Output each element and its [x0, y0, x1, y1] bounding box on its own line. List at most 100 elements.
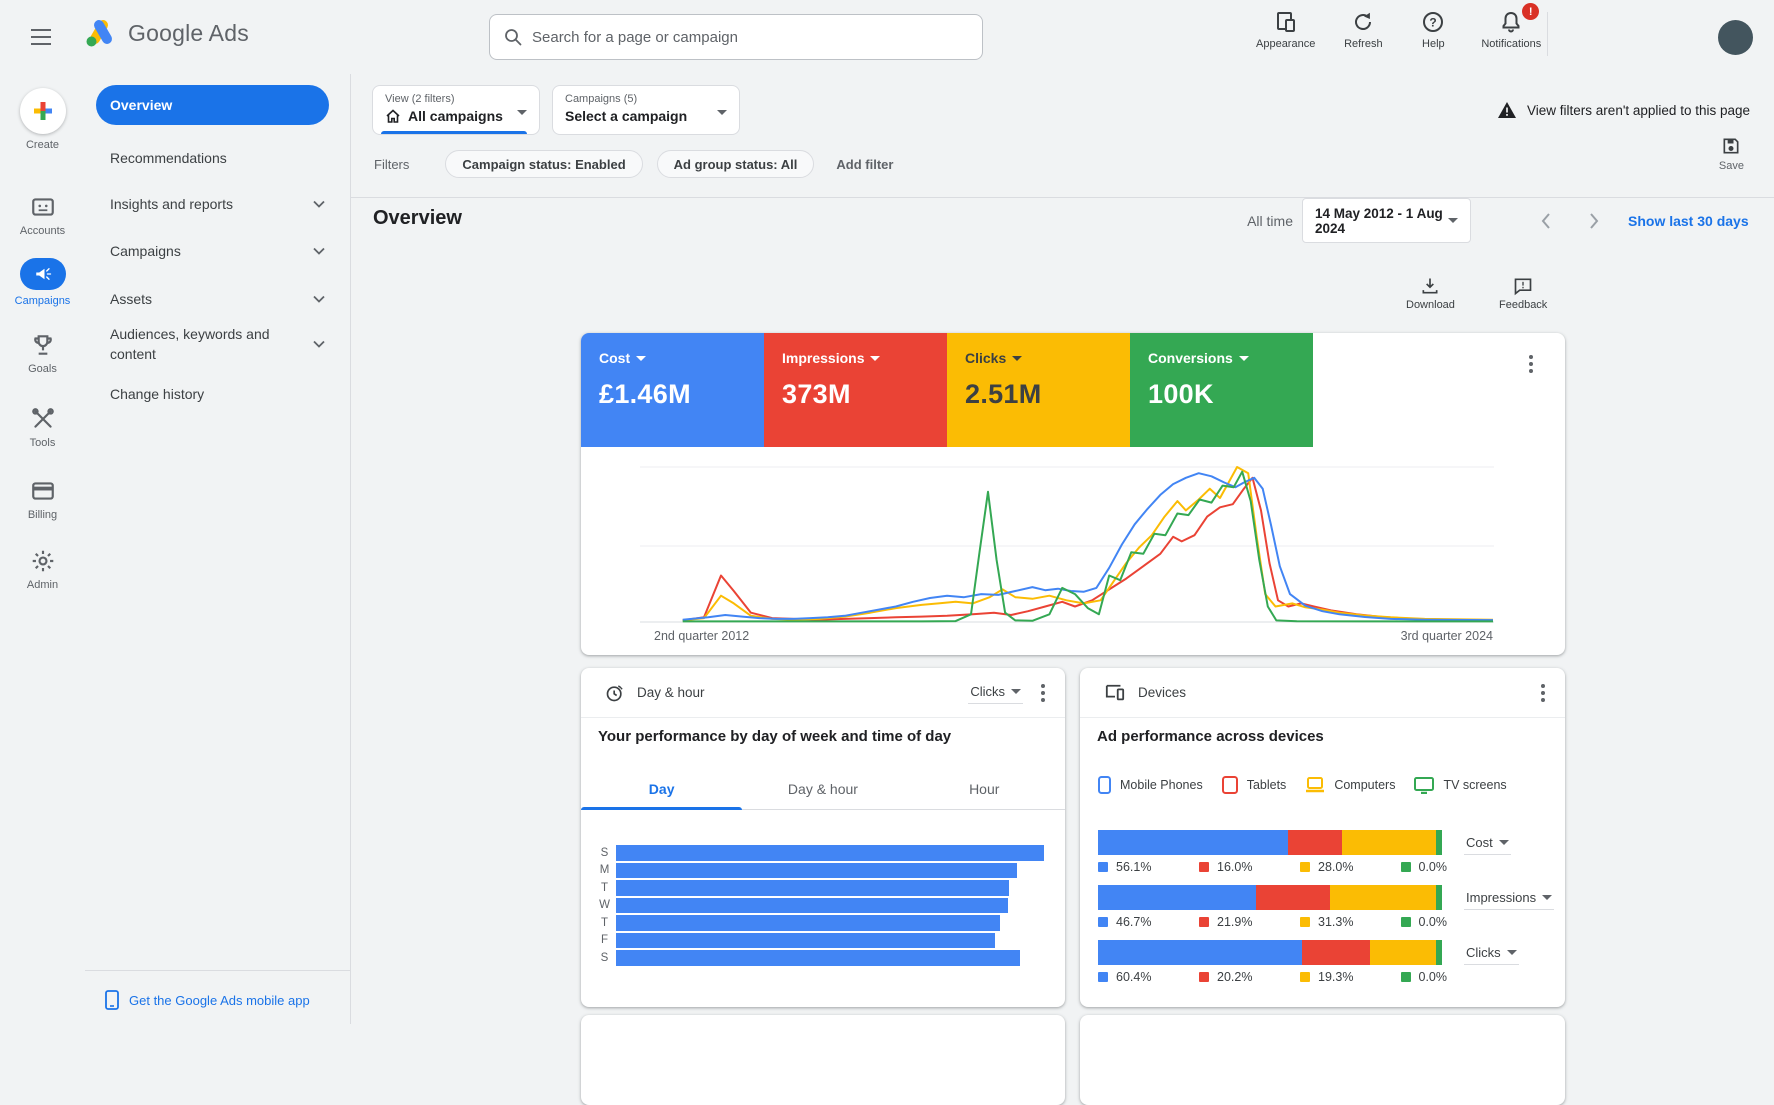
segment-percentages: 56.1%16.0%28.0%0.0%: [1098, 860, 1447, 874]
chevron-down-icon: [1448, 218, 1458, 223]
phone-icon: [105, 990, 119, 1010]
series-clicks: [683, 473, 1493, 620]
devices-metric-select-impressions[interactable]: Impressions: [1464, 888, 1554, 910]
notifications-button[interactable]: ! Notifications: [1481, 10, 1541, 50]
percentage-item: 0.0%: [1401, 915, 1447, 929]
legend-mobile-phones: Mobile Phones: [1098, 776, 1203, 794]
overview-scorecard-card: Cost £1.46M Impressions 373M Clicks 2.51…: [581, 333, 1565, 655]
metric-tab-clicks[interactable]: Clicks 2.51M: [947, 333, 1130, 447]
topbar-divider: [1547, 12, 1548, 56]
notifications-badge: !: [1522, 3, 1539, 20]
clock-icon: [605, 683, 625, 703]
view-filters-warning: View filters aren't applied to this page: [1497, 101, 1750, 119]
goals-trophy-icon: [30, 332, 56, 358]
appearance-button[interactable]: Appearance: [1256, 10, 1315, 50]
campaign-selector[interactable]: Campaigns (5) Select a campaign: [552, 85, 740, 135]
x-axis-end-label: 3rd quarter 2024: [1401, 629, 1493, 643]
day-label: M: [598, 864, 611, 876]
admin-gear-icon: [30, 548, 56, 574]
legend-computers: Computers: [1305, 777, 1395, 793]
scorecard-more-menu[interactable]: [1525, 351, 1537, 377]
search-input[interactable]: Search for a page or campaign: [489, 14, 983, 60]
metric-tab-impressions[interactable]: Impressions 373M: [764, 333, 947, 447]
series-impressions: [683, 467, 1493, 620]
tab-day-and-hour[interactable]: Day & hour: [742, 768, 903, 809]
save-icon: [1721, 136, 1741, 156]
mobile-app-link[interactable]: Get the Google Ads mobile app: [105, 990, 310, 1010]
percentage-item: 19.3%: [1300, 970, 1401, 984]
nav-item-change-history[interactable]: Change history: [97, 378, 339, 410]
rail-item-tools[interactable]: Tools: [0, 406, 85, 449]
date-preset-label: All time: [1231, 213, 1293, 229]
nav-item-recommendations[interactable]: Recommendations: [97, 142, 339, 174]
secondary-nav: Overview Recommendations Insights and re…: [85, 74, 351, 1024]
notifications-bell-icon: [1499, 10, 1523, 34]
day-bar-row: T: [598, 879, 1048, 897]
nav-item-insights-and-reports[interactable]: Insights and reports: [97, 188, 339, 220]
rail-item-accounts[interactable]: Accounts: [0, 194, 85, 237]
chevron-down-icon: [1012, 356, 1022, 361]
date-range-picker[interactable]: 14 May 2012 - 1 Aug 2024: [1302, 198, 1471, 243]
view-selector[interactable]: View (2 filters) All campaigns: [372, 85, 540, 135]
tab-day[interactable]: Day: [581, 768, 742, 809]
day-hour-more-menu[interactable]: [1037, 680, 1049, 706]
devices-more-menu[interactable]: [1537, 680, 1549, 706]
tab-hour[interactable]: Hour: [904, 768, 1065, 809]
bar-segment: [1098, 830, 1288, 855]
next-period-button[interactable]: [1582, 210, 1604, 232]
rail-item-billing[interactable]: Billing: [0, 478, 85, 521]
percentage-item: 60.4%: [1098, 970, 1199, 984]
google-ads-logo-icon: [84, 18, 116, 48]
add-filter-button[interactable]: Add filter: [836, 157, 893, 172]
day-bar-row: W: [598, 897, 1048, 915]
x-axis-start-label: 2nd quarter 2012: [654, 629, 749, 643]
refresh-button[interactable]: Refresh: [1341, 10, 1385, 50]
filter-chip-campaign-status[interactable]: Campaign status: Enabled: [445, 150, 642, 178]
main-content: View (2 filters) All campaigns Campaigns…: [351, 74, 1774, 1024]
segment-percentages: 46.7%21.9%31.3%0.0%: [1098, 915, 1447, 929]
help-button[interactable]: ? Help: [1411, 10, 1455, 50]
rail-item-create[interactable]: Create: [0, 88, 85, 151]
day-hour-heading: Your performance by day of week and time…: [598, 728, 951, 745]
show-last-30-days-link[interactable]: Show last 30 days: [1628, 213, 1749, 229]
bar-segment: [1098, 940, 1302, 965]
nav-item-audiences-keywords-content[interactable]: Audiences, keywords and content: [97, 318, 339, 370]
devices-metric-select-clicks[interactable]: Clicks: [1464, 943, 1519, 965]
nav-item-assets[interactable]: Assets: [97, 283, 339, 315]
billing-card-icon: [30, 478, 56, 504]
bar-segment: [1370, 940, 1435, 965]
devices-metric-select-cost[interactable]: Cost: [1464, 833, 1511, 855]
day-label: F: [598, 934, 611, 946]
previous-period-button[interactable]: [1536, 210, 1558, 232]
nav-item-overview[interactable]: Overview: [96, 85, 329, 125]
bar-segment: [1342, 830, 1437, 855]
chevron-down-icon: [1011, 689, 1021, 694]
nav-item-campaigns[interactable]: Campaigns: [97, 235, 339, 267]
next-card-peek: [1080, 1015, 1565, 1105]
create-plus-icon: [20, 88, 66, 134]
rail-item-admin[interactable]: Admin: [0, 548, 85, 591]
account-avatar[interactable]: [1718, 20, 1753, 55]
metric-tab-cost[interactable]: Cost £1.46M: [581, 333, 764, 447]
bar-segment: [1436, 885, 1442, 910]
feedback-icon: [1513, 276, 1533, 296]
rail-item-goals[interactable]: Goals: [0, 332, 85, 375]
legend-tv-screens: TV screens: [1414, 777, 1506, 794]
feedback-button[interactable]: Feedback: [1499, 276, 1547, 311]
tools-icon: [30, 406, 56, 432]
filter-chip-ad-group-status[interactable]: Ad group status: All: [657, 150, 815, 178]
day-hour-metric-select[interactable]: Clicks: [968, 682, 1023, 704]
percentage-item: 16.0%: [1199, 860, 1300, 874]
devices-row-cost: Cost 56.1%16.0%28.0%0.0%: [1080, 830, 1565, 876]
metric-tabs: Cost £1.46M Impressions 373M Clicks 2.51…: [581, 333, 1313, 447]
day-bar-row: T: [598, 914, 1048, 932]
chevron-down-icon: [717, 110, 727, 115]
rail-item-campaigns[interactable]: Campaigns: [0, 258, 85, 307]
save-button[interactable]: Save: [1719, 136, 1744, 172]
percentage-item: 28.0%: [1300, 860, 1401, 874]
menu-icon[interactable]: [30, 26, 52, 48]
chevron-down-icon: [1542, 895, 1552, 900]
metric-tab-conversions[interactable]: Conversions 100K: [1130, 333, 1313, 447]
download-button[interactable]: Download: [1406, 276, 1455, 311]
google-ads-logo[interactable]: Google Ads: [84, 18, 249, 48]
